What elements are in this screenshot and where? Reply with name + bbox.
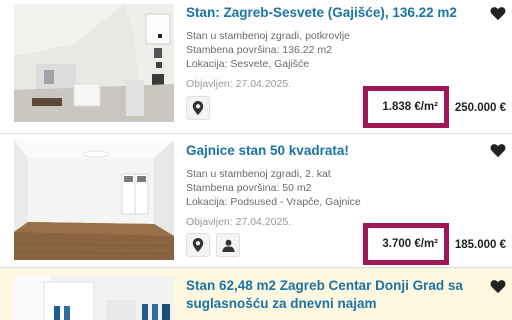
map-pin-icon: [192, 101, 204, 115]
heart-icon[interactable]: [490, 143, 506, 158]
price-per-m2-highlight: 3.700 €/m²: [363, 223, 449, 265]
attic-apartment-image: [14, 4, 174, 122]
listing-location: Lokacija: Sesvete, Gajišće: [186, 58, 310, 70]
price-per-m2-highlight: 1.838 €/m²: [363, 86, 449, 128]
listing-price: 250.000 €: [454, 102, 506, 114]
map-button[interactable]: [186, 96, 210, 120]
listing-actions: [186, 96, 210, 120]
listing-published: Objavljen: 27.04.2025.: [186, 216, 292, 228]
person-icon: [221, 239, 235, 252]
listing-price: 185.000 €: [454, 239, 506, 251]
heart-icon[interactable]: [490, 279, 506, 294]
listing-card-featured[interactable]: Stan 62,48 m2 Zagreb Centar Donji Grad s…: [0, 268, 512, 320]
interior-image: [14, 276, 174, 320]
listing-photo[interactable]: [14, 4, 174, 122]
listing-area: Stambena površina: 136.22 m2: [186, 44, 332, 56]
agent-button[interactable]: [216, 233, 240, 257]
listing-published: Objavljen: 27.04.2025.: [186, 78, 292, 90]
listing-actions: [186, 233, 240, 257]
price-per-m2: 3.700 €/m²: [382, 238, 438, 250]
listing-title[interactable]: Stan: Zagreb-Sesvete (Gajišće), 136.22 m…: [186, 4, 476, 22]
listing-title[interactable]: Stan 62,48 m2 Zagreb Centar Donji Grad s…: [186, 277, 476, 313]
listing-location: Lokacija: Podsused - Vrapče, Gajnice: [186, 196, 361, 208]
listing-title[interactable]: Gajnice stan 50 kvadrata!: [186, 142, 476, 160]
price-per-m2: 1.838 €/m²: [382, 101, 438, 113]
listing-details: Stan u stambenoj zgradi, potkrovlje Stam…: [186, 29, 350, 91]
listing-type: Stan u stambenoj zgradi, 2. kat: [186, 168, 331, 180]
listing-photo[interactable]: [14, 140, 174, 260]
listing-photo[interactable]: [14, 276, 174, 320]
listing-card[interactable]: Gajnice stan 50 kvadrata! Stan u stamben…: [0, 134, 512, 267]
listing-card[interactable]: Stan: Zagreb-Sesvete (Gajišće), 136.22 m…: [0, 0, 512, 133]
listing-details: Stan u stambenoj zgradi, 2. kat Stambena…: [186, 167, 361, 229]
empty-room-image: [14, 140, 174, 260]
map-pin-icon: [192, 238, 204, 252]
map-button[interactable]: [186, 233, 210, 257]
heart-icon[interactable]: [490, 6, 506, 21]
listing-area: Stambena površina: 50 m2: [186, 182, 312, 194]
listing-type: Stan u stambenoj zgradi, potkrovlje: [186, 30, 351, 42]
